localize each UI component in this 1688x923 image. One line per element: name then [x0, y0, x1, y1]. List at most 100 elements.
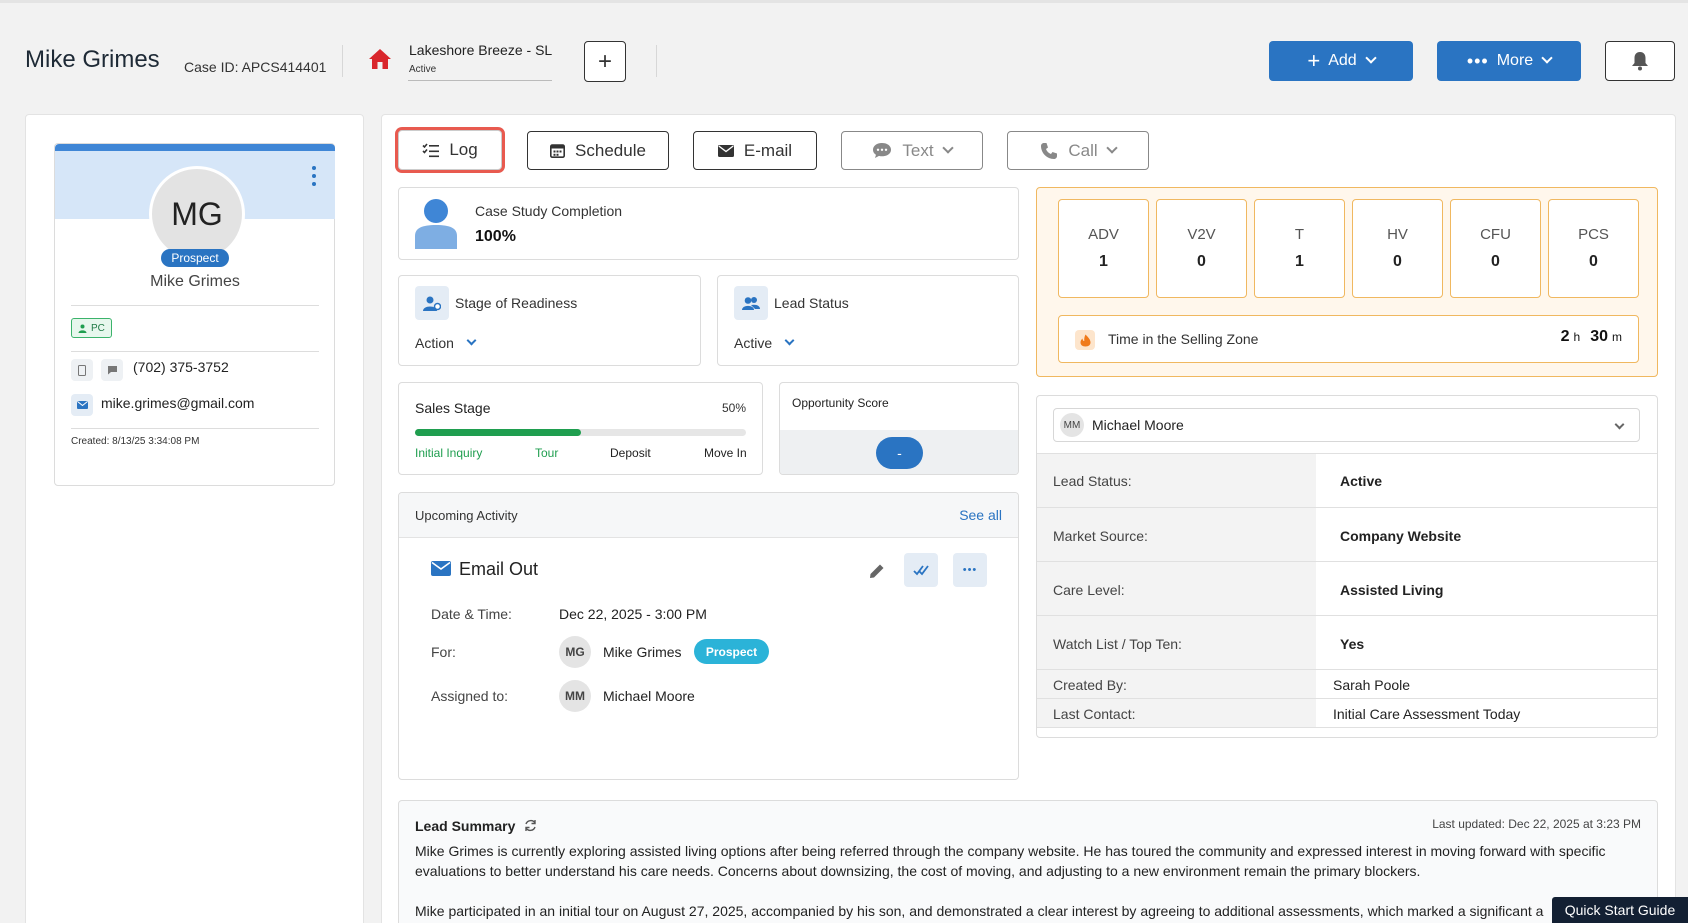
phone-number[interactable]: (702) 375-3752 [133, 359, 229, 375]
mobile-icon[interactable] [71, 359, 93, 381]
lead-summary-title: Lead Summary [415, 818, 516, 834]
activity-title: Email Out [459, 559, 539, 579]
kebab-menu-icon[interactable] [311, 166, 317, 186]
top-border [0, 0, 1688, 3]
detail-row: Created By: Sarah Poole [1037, 670, 1657, 699]
profile-name: Mike Grimes [150, 273, 240, 290]
selling-zone-time: 2h 30 m [1560, 328, 1622, 345]
chevron-down-icon [1364, 52, 1377, 64]
assigned-name[interactable]: Michael Moore [603, 688, 695, 704]
envelope-icon [717, 144, 734, 157]
chevron-down-icon [1105, 141, 1118, 154]
divider [71, 428, 319, 429]
quick-start-guide-button[interactable]: Quick Start Guide [1552, 897, 1688, 923]
email-address[interactable]: mike.grimes@gmail.com [101, 395, 254, 411]
metric-cfu: CFU 0 [1450, 199, 1541, 298]
lead-status-label: Lead Status [774, 295, 849, 311]
divider [342, 45, 343, 77]
readiness-dropdown[interactable]: Action [415, 335, 477, 351]
add-community-button[interactable]: + [584, 41, 626, 82]
mark-complete-button[interactable] [904, 553, 938, 587]
case-id: Case ID: APCS414401 [184, 59, 327, 75]
add-button[interactable]: + Add [1269, 41, 1413, 81]
last-updated: Last updated: Dec 22, 2025 at 3:23 PM [1432, 817, 1641, 831]
activity-more-button[interactable]: ••• [953, 553, 987, 587]
summary-paragraph: Mike participated in an initial tour on … [415, 903, 1544, 919]
left-panel: MG Prospect Mike Grimes PC (702) 375-375… [25, 114, 364, 923]
dots-icon: ••• [962, 564, 978, 576]
metric-hv: HV 0 [1352, 199, 1443, 298]
call-button[interactable]: Call [1007, 131, 1149, 170]
selling-zone-bar: Time in the Selling Zone 2h 30 m [1058, 315, 1639, 363]
lead-status-card: Lead Status Active [717, 275, 1019, 366]
notifications-button[interactable] [1605, 41, 1675, 81]
sales-stage-card: Sales Stage 50% Initial Inquiry Tour Dep… [398, 382, 763, 475]
house-icon [369, 49, 391, 69]
community-underline [408, 80, 552, 81]
assigned-label: Assigned to: [431, 688, 509, 704]
user-cog-icon [415, 286, 449, 320]
sales-stage-label: Sales Stage [415, 400, 491, 416]
created-date: Created: 8/13/25 3:34:08 PM [71, 436, 200, 447]
chevron-down-icon [941, 141, 954, 154]
flame-icon [1075, 330, 1095, 350]
more-button[interactable]: ••• More [1437, 41, 1581, 81]
upcoming-title: Upcoming Activity [415, 508, 518, 523]
community-selector[interactable]: Lakeshore Breeze - SL [409, 42, 552, 58]
chevron-down-icon [1541, 52, 1553, 64]
pencil-icon[interactable] [869, 563, 885, 579]
person-icon [78, 324, 87, 333]
plus-icon: + [597, 47, 612, 75]
detail-row: Lead Status: Active [1037, 454, 1657, 508]
chevron-down-icon [466, 335, 477, 345]
owner-select[interactable]: MM Michael Moore [1053, 408, 1640, 442]
chevron-down-icon [784, 335, 795, 345]
divider [71, 351, 319, 352]
text-button[interactable]: Text [841, 131, 983, 170]
metric-adv: ADV 1 [1058, 199, 1149, 298]
refresh-icon[interactable] [524, 819, 537, 832]
case-study-card: Case Study Completion 100% [398, 187, 1019, 260]
metric-pcs: PCS 0 [1548, 199, 1639, 298]
envelope-icon [431, 561, 451, 576]
divider [656, 45, 657, 77]
chat-icon[interactable] [101, 359, 123, 381]
sales-progress-track [415, 429, 746, 436]
opportunity-label: Opportunity Score [792, 396, 889, 410]
metric-t: T1 [1254, 199, 1345, 298]
email-button[interactable]: E-mail [693, 131, 817, 170]
calendar-icon [550, 144, 566, 158]
details-panel: MM Michael Moore Lead Status: Active Mar… [1036, 395, 1658, 738]
status-badge: Prospect [694, 639, 769, 664]
opportunity-card: Opportunity Score - [779, 382, 1019, 475]
schedule-button[interactable]: Schedule [527, 131, 669, 170]
mail-icon[interactable] [71, 394, 93, 416]
metrics-panel: ADV 1 V2V 0 T1 HV 0 CFU 0 PCS 0 Time in the S… [1036, 187, 1658, 377]
checklist-icon [422, 142, 440, 157]
opportunity-score: - [876, 437, 923, 469]
for-name[interactable]: Mike Grimes [603, 644, 682, 660]
person-icon [415, 199, 457, 249]
readiness-label: Stage of Readiness [455, 295, 578, 311]
lead-status-dropdown[interactable]: Active [734, 335, 795, 351]
divider [71, 305, 319, 306]
sales-progress-fill [415, 429, 581, 436]
case-study-value: 100% [475, 228, 516, 245]
detail-row: Market Source: Company Website [1037, 508, 1657, 562]
dots-icon: ••• [1466, 50, 1489, 71]
double-check-icon [913, 565, 929, 576]
tag-badge: PC [71, 318, 112, 338]
lead-summary-card: Lead Summary Last updated: Dec 22, 2025 … [398, 800, 1658, 923]
case-study-label: Case Study Completion [475, 203, 623, 219]
selling-zone-label: Time in the Selling Zone [1108, 331, 1259, 347]
sales-stage-percent: 50% [721, 401, 746, 415]
avatar: MG [149, 166, 245, 262]
community-status: Active [409, 64, 437, 75]
detail-row: Watch List / Top Ten: Yes [1037, 616, 1657, 670]
date-value: Dec 22, 2025 - 3:00 PM [559, 606, 707, 622]
see-all-link[interactable]: See all [959, 507, 1002, 523]
page-title: Mike Grimes [25, 46, 160, 73]
chat-bubble-icon [873, 143, 892, 158]
readiness-card: Stage of Readiness Action [398, 275, 701, 366]
log-button[interactable]: Log [398, 130, 502, 170]
